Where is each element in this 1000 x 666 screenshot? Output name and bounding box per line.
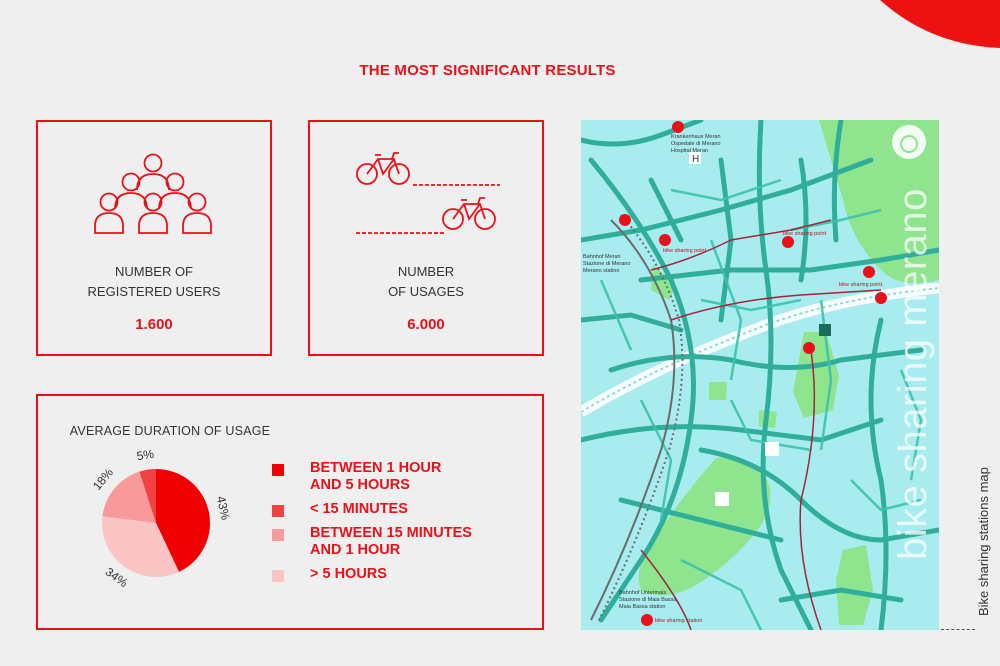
registered-users-value: 1.600	[135, 316, 173, 333]
svg-text:Maia Bassa station: Maia Bassa station	[619, 604, 665, 610]
legend-label: BETWEEN 15 MINUTES AND 1 HOUR	[310, 525, 472, 558]
svg-text:Stazione di Maia Bassa: Stazione di Maia Bassa	[619, 597, 677, 603]
duration-chart-title: AVERAGE DURATION OF USAGE	[69, 424, 271, 438]
city-map-graphic: H Krankenhaus Meran Ospedale di Merano H…	[581, 120, 939, 630]
corner-swoosh-decoration	[880, 0, 1000, 48]
registered-users-label: NUMBER OF REGISTERED USERS	[87, 264, 221, 299]
svg-text:Bahnhof Meran: Bahnhof Meran	[583, 254, 621, 260]
legend-swatch	[272, 505, 284, 517]
map-caption: Bike sharing stations map	[976, 467, 991, 616]
registered-users-card: NUMBER OF REGISTERED USERS 1.600	[36, 120, 272, 356]
svg-text:bike sharing point: bike sharing point	[783, 231, 827, 237]
two-bicycles-icon	[356, 152, 500, 234]
caption-dash-line	[941, 629, 975, 630]
legend-label: < 15 MINUTES	[310, 501, 408, 517]
svg-text:H: H	[692, 154, 699, 165]
legend-item: < 15 MINUTES	[272, 501, 472, 518]
page-title: THE MOST SIGNIFICANT RESULTS	[359, 62, 616, 79]
pie-value-label: 43%	[214, 495, 233, 522]
svg-text:Ospedale di Merano: Ospedale di Merano	[671, 141, 721, 147]
duration-pie-chart: 43% 34% 18% 5%	[90, 447, 233, 591]
svg-text:Hospital Meran: Hospital Meran	[671, 148, 708, 154]
legend-swatch	[272, 570, 284, 582]
pie-value-label: 34%	[103, 565, 131, 591]
legend-swatch	[272, 464, 284, 476]
usages-label: NUMBER OF USAGES	[388, 264, 464, 299]
svg-text:Bahnhof Untermais: Bahnhof Untermais	[619, 590, 666, 596]
pie-value-label: 5%	[136, 447, 156, 464]
bike-sharing-map: H Krankenhaus Meran Ospedale di Merano H…	[581, 120, 939, 630]
pie-value-label: 18%	[90, 465, 116, 493]
legend-swatch	[272, 529, 284, 541]
svg-text:bike sharing point: bike sharing point	[839, 282, 883, 288]
group-of-people-icon	[94, 153, 212, 234]
svg-text:bike sharing station: bike sharing station	[655, 618, 702, 624]
duration-legend: BETWEEN 1 HOUR AND 5 HOURS < 15 MINUTES BE…	[272, 460, 472, 590]
usages-value: 6.000	[407, 316, 445, 333]
svg-text:Merano station: Merano station	[583, 268, 619, 274]
svg-text:bike sharing point: bike sharing point	[663, 248, 707, 254]
svg-text:Stazione di Merano: Stazione di Merano	[583, 261, 630, 267]
average-duration-card: AVERAGE DURATION OF USAGE 43% 34% 18% 5% BE…	[36, 394, 544, 630]
usages-card: NUMBER OF USAGES 6.000	[308, 120, 544, 356]
legend-item: > 5 HOURS	[272, 566, 472, 583]
legend-label: BETWEEN 1 HOUR AND 5 HOURS	[310, 460, 442, 493]
legend-item: BETWEEN 15 MINUTES AND 1 HOUR	[272, 525, 472, 559]
svg-text:Krankenhaus Meran: Krankenhaus Meran	[671, 134, 721, 140]
legend-item: BETWEEN 1 HOUR AND 5 HOURS	[272, 460, 472, 494]
map-brand-text: bike sharing merano	[891, 188, 935, 560]
legend-label: > 5 HOURS	[310, 566, 387, 582]
